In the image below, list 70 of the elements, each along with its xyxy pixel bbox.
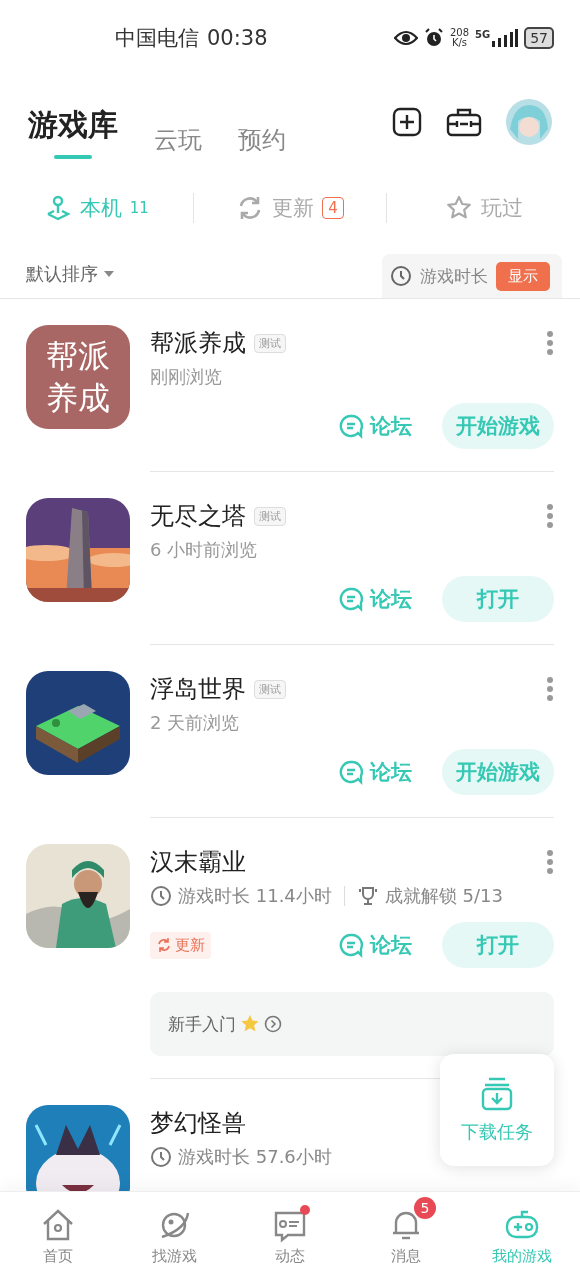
battery-level: 57	[524, 27, 554, 49]
trophy-icon	[356, 885, 379, 907]
clock-icon	[150, 1146, 172, 1168]
filter-tab[interactable]: 更新 4	[193, 194, 387, 222]
clock-icon	[150, 885, 172, 907]
nav-tab[interactable]: 首页	[0, 1192, 116, 1280]
game-title[interactable]: 无尽之塔	[150, 500, 246, 532]
nav-tab[interactable]: 我的游戏	[464, 1192, 580, 1280]
playtime-text: 游戏时长 57.6小时	[178, 1145, 332, 1169]
header-tab[interactable]: 游戏库	[28, 107, 118, 159]
last-viewed-text: 2 天前浏览	[150, 711, 241, 735]
game-title[interactable]: 浮岛世界	[150, 673, 246, 705]
game-title[interactable]: 汉末霸业	[150, 846, 246, 878]
playtime-label: 游戏时长	[420, 264, 488, 288]
header-tab[interactable]: 预约	[238, 126, 286, 159]
forum-button[interactable]: 论坛	[338, 758, 412, 786]
more-icon[interactable]	[546, 676, 554, 702]
play-button[interactable]: 打开	[442, 576, 554, 622]
caret-icon	[104, 271, 114, 277]
clock-time: 00:38	[207, 26, 268, 50]
filter-tab[interactable]: 玩过	[387, 194, 580, 222]
eye-icon	[393, 30, 418, 46]
network-type: 5G	[475, 29, 491, 40]
last-viewed-text: 刚刚浏览	[150, 365, 223, 389]
speed-value: 208	[449, 28, 469, 38]
download-tray-icon	[479, 1076, 515, 1112]
clock-icon	[390, 265, 412, 287]
show-button[interactable]: 显示	[496, 261, 550, 291]
nav-tab[interactable]: 动态	[232, 1192, 348, 1280]
header-tab[interactable]: 云玩	[154, 126, 202, 159]
update-tag[interactable]: 更新	[150, 931, 211, 959]
more-icon[interactable]	[546, 503, 554, 529]
sort-dropdown[interactable]: 默认排序	[26, 262, 114, 286]
chat-bubble-icon	[338, 413, 364, 439]
chat-bubble-icon	[338, 759, 364, 785]
game-title[interactable]: 帮派养成	[150, 327, 246, 359]
nav-tab[interactable]: 找游戏	[116, 1192, 232, 1280]
star-icon	[240, 1014, 260, 1034]
guide-text: 新手入门	[168, 1012, 236, 1036]
play-button[interactable]: 开始游戏	[442, 749, 554, 795]
chat-bubble-icon	[338, 586, 364, 612]
guide-card[interactable]: 新手入门	[150, 992, 554, 1056]
forum-button[interactable]: 论坛	[338, 585, 412, 613]
toolbox-icon[interactable]	[446, 107, 482, 137]
nav-tab[interactable]: 5 消息	[348, 1192, 464, 1280]
signal-icon	[492, 29, 519, 47]
test-tag: 测试	[254, 333, 286, 353]
more-icon[interactable]	[546, 849, 554, 875]
download-tasks-button[interactable]: 下载任务	[440, 1054, 554, 1166]
forum-button[interactable]: 论坛	[338, 931, 412, 959]
speed-unit: K/s	[451, 38, 467, 48]
chat-bubble-icon	[338, 932, 364, 958]
game-icon[interactable]: 帮派 养成	[26, 325, 130, 429]
alarm-icon	[423, 28, 444, 48]
play-button[interactable]: 打开	[442, 922, 554, 968]
add-icon[interactable]	[392, 107, 422, 137]
arrow-circle-icon	[264, 1015, 282, 1033]
filter-tab[interactable]: 本机 11	[0, 194, 193, 222]
carrier-name: 中国电信	[115, 25, 199, 52]
forum-button[interactable]: 论坛	[338, 412, 412, 440]
test-tag: 测试	[254, 679, 286, 699]
game-title[interactable]: 梦幻怪兽	[150, 1107, 246, 1139]
unread-badge: 5	[414, 1196, 436, 1219]
more-icon[interactable]	[546, 330, 554, 356]
last-viewed-text: 6 小时前浏览	[150, 538, 259, 562]
achievements-text: 成就解锁 5/13	[384, 884, 503, 908]
test-tag: 测试	[254, 506, 286, 526]
playtime-text: 游戏时长 11.4小时	[178, 884, 332, 908]
refresh-icon	[156, 937, 172, 953]
play-button[interactable]: 开始游戏	[442, 403, 554, 449]
